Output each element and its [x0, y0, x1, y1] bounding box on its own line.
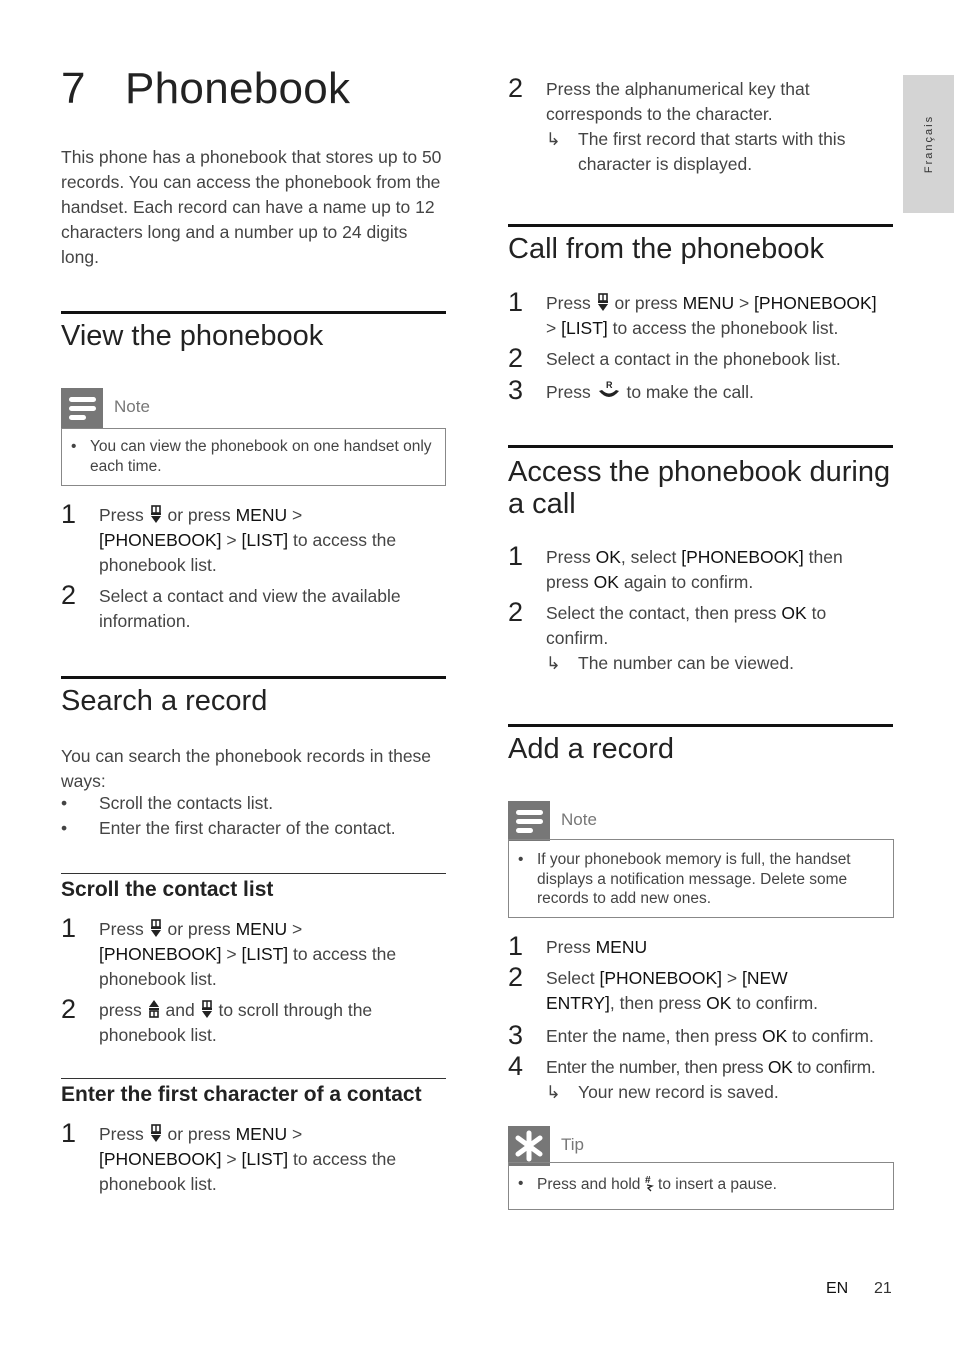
step-number: 1 — [508, 541, 524, 571]
svg-text:#: # — [645, 1175, 651, 1186]
section-title-call: Call from the phonebook — [508, 233, 824, 265]
tip-box: • Press and hold # to insert a pause. — [508, 1162, 894, 1210]
language-tab-label: Français — [922, 114, 935, 174]
step-number: 2 — [61, 580, 77, 610]
hash-pause-key-icon: # — [645, 1174, 654, 1192]
subsection-title-first-char: Enter the first character of a contact — [61, 1083, 422, 1106]
step-number: 1 — [508, 287, 524, 317]
step-number: 2 — [508, 962, 524, 992]
step-number: 3 — [508, 375, 524, 405]
tip-icon — [508, 1126, 550, 1166]
bullet: • — [61, 793, 68, 813]
step-text: Press or press MENU > [PHONEBOOK] > [LIS… — [99, 504, 397, 575]
chapter-number: 7 — [61, 64, 86, 113]
step-text: press and to scroll through the phoneboo… — [99, 999, 373, 1045]
step-number: 2 — [508, 73, 524, 103]
note-box: • If your phonebook memory is full, the … — [508, 839, 894, 918]
subsection-title-scroll: Scroll the contact list — [61, 878, 274, 901]
note-box: • You can view the phonebook on one hand… — [61, 428, 446, 486]
step-text: Enter the number, then press OK to confi… — [546, 1057, 876, 1077]
step-text: Press MENU — [546, 937, 648, 957]
step-text: Enter the name, then press OK to confirm… — [546, 1026, 874, 1046]
section-divider — [508, 224, 893, 227]
step-result: ↳ Your new record is saved. — [546, 1080, 896, 1105]
chapter-title: 7 Phonebook — [61, 64, 350, 114]
search-intro: You can search the phonebook records in … — [61, 746, 432, 791]
chapter-name: Phonebook — [125, 64, 351, 113]
step-number: 1 — [61, 1118, 77, 1148]
step-result: ↳ The number can be viewed. — [546, 651, 896, 676]
note-text: You can view the phonebook on one handse… — [90, 438, 432, 475]
step-text: Select [PHONEBOOK] > [NEW ENTRY], then p… — [546, 968, 819, 1013]
section-divider — [508, 724, 893, 727]
step-number: 2 — [61, 994, 77, 1024]
step-text: Select a contact and view the available … — [99, 586, 401, 631]
step-text: Press or press MENU > [PHONEBOOK] > [LIS… — [99, 1123, 397, 1194]
subsection-divider — [61, 873, 446, 874]
result-arrow-icon: ↳ — [546, 1082, 561, 1102]
tip-text: Press and hold # to insert a pause. — [537, 1174, 777, 1193]
step-result: ↳ The first record that starts with this… — [546, 129, 846, 174]
list-item: Scroll the contacts list. — [99, 793, 274, 813]
phonebook-key-icon — [149, 918, 163, 938]
section-divider — [508, 445, 893, 448]
bullet: • — [71, 438, 77, 455]
svg-text:R: R — [606, 380, 613, 390]
note-icon — [61, 388, 103, 428]
note-label: Note — [114, 397, 150, 416]
step-number: 2 — [508, 597, 524, 627]
bullet: • — [518, 1175, 524, 1192]
bullet: • — [518, 851, 524, 868]
footer-language: EN — [826, 1280, 849, 1297]
section-title-search: Search a record — [61, 685, 268, 717]
step-text: Press or press MENU > [PHONEBOOK] > [LIS… — [99, 918, 397, 989]
step-text: Select a contact in the phonebook list. — [546, 349, 841, 369]
step-text: Press R to make the call. — [546, 379, 754, 402]
section-title-view: View the phonebook — [61, 320, 324, 352]
language-tab: Français — [903, 75, 954, 213]
phonebook-key-icon — [149, 1123, 163, 1143]
note-text: If your phonebook memory is full, the ha… — [537, 851, 851, 907]
step-number: 2 — [508, 343, 524, 373]
step-number: 4 — [508, 1051, 524, 1081]
step-text: Press OK, select [PHONEBOOK] then press … — [546, 547, 843, 592]
section-divider — [61, 676, 446, 679]
page-number: 21 — [874, 1280, 892, 1297]
talk-key-icon: R — [596, 379, 622, 399]
subsection-divider — [61, 1078, 446, 1079]
step-number: 1 — [61, 913, 77, 943]
step-number: 1 — [61, 499, 77, 529]
section-title-add: Add a record — [508, 733, 675, 765]
chapter-intro: This phone has a phonebook that stores u… — [61, 147, 442, 267]
result-arrow-icon: ↳ — [546, 129, 561, 149]
phonebook-key-icon — [596, 292, 610, 312]
phonebook-key-icon — [149, 504, 163, 524]
section-title-during-call: Access the phonebook during a call — [508, 456, 891, 520]
note-label: Note — [561, 810, 597, 829]
bullet: • — [61, 818, 68, 838]
step-number: 1 — [508, 931, 524, 961]
up-key-icon — [147, 999, 161, 1019]
step-text: Select the contact, then press OK to con… — [546, 603, 827, 648]
list-item: Enter the first character of the contact… — [99, 818, 396, 838]
step-text: Press the alphanumerical key that corres… — [546, 79, 810, 124]
note-icon — [508, 801, 550, 841]
step-number: 3 — [508, 1020, 524, 1050]
result-arrow-icon: ↳ — [546, 653, 561, 673]
phonebook-key-icon — [200, 999, 214, 1019]
tip-label: Tip — [561, 1135, 584, 1154]
step-text: Press or press MENU > [PHONEBOOK] > [LIS… — [546, 292, 877, 338]
section-divider — [61, 311, 446, 314]
